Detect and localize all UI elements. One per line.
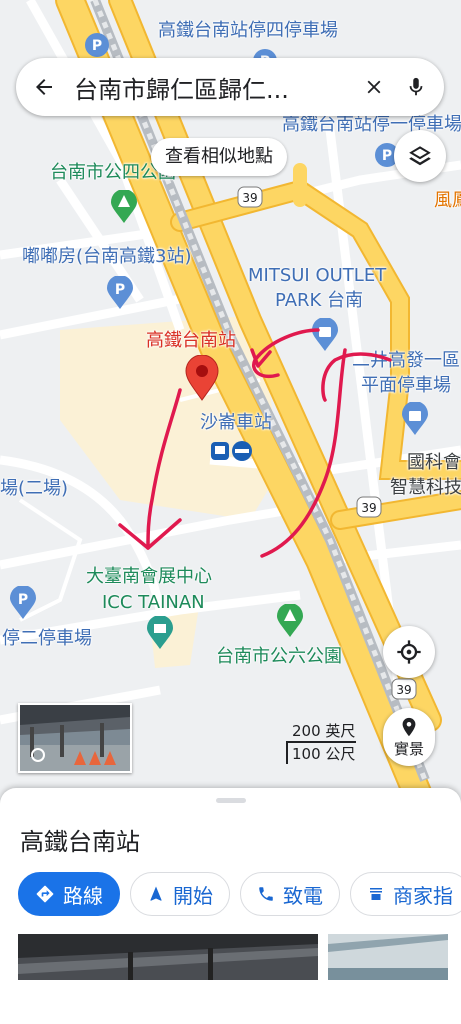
street-view-icon xyxy=(402,717,416,736)
street-view-label: 實景 xyxy=(393,739,424,758)
photo-strip xyxy=(18,934,448,980)
phone-icon xyxy=(259,887,273,901)
map-canvas[interactable]: 39 39 39 P P P P P 高鐵台南站停四停車場 高鐵台南站停一停車場… xyxy=(0,0,461,800)
street-view-button[interactable]: 實景 xyxy=(383,708,435,766)
call-button[interactable]: 致電 xyxy=(240,872,340,916)
place-photo-2[interactable] xyxy=(328,934,448,980)
place-title: 高鐵台南站 xyxy=(20,828,140,856)
microphone-icon[interactable] xyxy=(402,73,430,101)
layers-icon xyxy=(409,146,431,166)
search-bar[interactable]: 台南市歸仁區歸仁... xyxy=(16,58,444,116)
start-button[interactable]: 開始 xyxy=(130,872,230,916)
search-query-text[interactable]: 台南市歸仁區歸仁... xyxy=(74,70,360,105)
action-buttons-row: 路線 開始 致電 商家指 xyxy=(18,872,461,916)
view-similar-places-chip[interactable]: 查看相似地點 xyxy=(151,138,287,176)
scale-imperial: 200 英尺 xyxy=(292,722,356,740)
drag-handle[interactable] xyxy=(216,798,246,803)
navigation-arrow-icon xyxy=(150,886,162,901)
place-photo-1[interactable] xyxy=(18,934,318,980)
back-arrow-icon[interactable] xyxy=(30,73,58,101)
business-button[interactable]: 商家指 xyxy=(350,872,461,916)
scale-metric: 100 公尺 xyxy=(286,741,356,764)
directions-button[interactable]: 路線 xyxy=(18,872,120,916)
clear-icon[interactable] xyxy=(360,73,388,101)
directions-label: 路線 xyxy=(63,883,103,908)
start-label: 開始 xyxy=(173,883,213,908)
call-label: 致電 xyxy=(283,883,323,908)
crosshair-icon xyxy=(397,640,421,664)
business-label: 商家指 xyxy=(393,883,453,908)
layers-button[interactable] xyxy=(394,130,446,182)
directions-icon xyxy=(36,885,54,903)
my-location-button[interactable] xyxy=(383,626,435,678)
place-bottom-sheet[interactable]: 高鐵台南站 路線 開始 致電 商家指 xyxy=(0,788,461,1024)
map-scale: 200 英尺 100 公尺 xyxy=(286,720,356,764)
hand-drawn-arrows xyxy=(118,328,392,558)
street-view-thumbnail[interactable] xyxy=(18,703,132,773)
storefront-icon xyxy=(370,888,382,900)
